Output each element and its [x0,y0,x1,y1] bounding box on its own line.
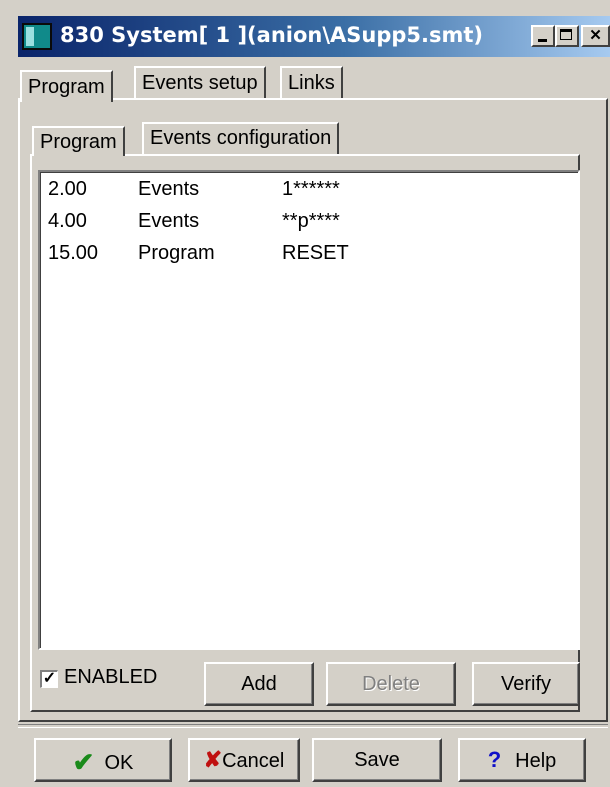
row-type: Program [138,242,215,264]
row-time: 2.00 [48,178,87,200]
verify-button[interactable]: Verify [472,662,580,706]
add-button[interactable]: Add [204,662,314,706]
row-value: RESET [282,242,349,264]
help-button[interactable]: ? Help [458,738,586,782]
add-button-label: Add [241,673,277,695]
minimize-icon [538,39,547,42]
check-icon: ✔ [72,747,95,777]
maximize-button[interactable] [555,25,579,47]
enabled-checkbox[interactable]: ✓ [40,670,58,688]
close-icon: ✕ [589,27,602,44]
delete-button-label: Delete [362,673,420,695]
title-bar[interactable]: 830 System[ 1 ](anion\ASupp5.smt) ✕ [18,16,610,57]
tab-label: Links [288,72,335,94]
enabled-label[interactable]: ENABLED [64,666,157,689]
cancel-x-icon: ✘ [203,747,223,772]
row-value: **p**** [282,210,340,232]
delete-button[interactable]: Delete [326,662,456,706]
row-type: Events [138,178,200,200]
ok-button[interactable]: ✔ OK [34,738,172,782]
subtab-events-configuration[interactable]: Events configuration [142,122,340,154]
cancel-button[interactable]: ✘Cancel [188,738,300,782]
row-time: 15.00 [48,242,99,264]
app-icon [22,23,52,50]
help-question-icon: ? [487,747,502,772]
tab-links[interactable]: Links [280,66,343,98]
close-button[interactable]: ✕ [581,25,610,47]
row-value: 1****** [282,178,340,200]
cancel-button-label: Cancel [222,750,285,772]
tab-program[interactable]: Program [20,70,113,102]
dialog-window: 830 System[ 1 ](anion\ASupp5.smt) ✕ Prog… [0,0,610,787]
row-time: 4.00 [48,210,87,232]
row-type: Events [138,210,200,232]
minimize-button[interactable] [531,25,555,47]
subtab-program[interactable]: Program [32,126,125,156]
save-button[interactable]: Save [312,738,442,782]
tab-events-setup[interactable]: Events setup [134,66,266,98]
verify-button-label: Verify [500,673,552,695]
program-list[interactable]: 2.00 Events 1****** 4.00 Events **p**** … [38,170,580,650]
maximize-icon [560,29,572,40]
save-button-label: Save [354,749,400,771]
subtab-label: Program [40,131,117,153]
checkmark-icon: ✓ [42,670,57,687]
tab-label: Program [28,76,105,98]
ok-button-label: OK [104,752,134,774]
divider [18,724,608,728]
window-title: 830 System[ 1 ](anion\ASupp5.smt) [60,23,484,47]
help-button-label: Help [515,750,557,772]
tab-label: Events setup [142,72,258,94]
subtab-label: Events configuration [150,127,332,149]
